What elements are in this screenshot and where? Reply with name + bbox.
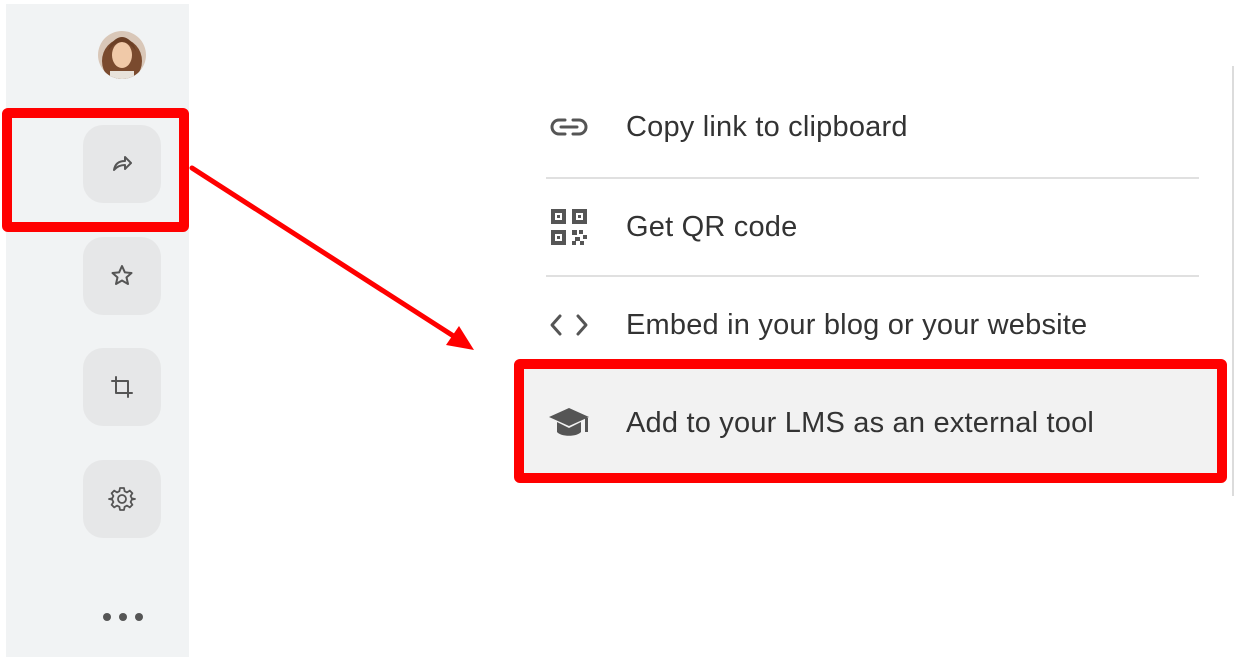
annotation-arrow xyxy=(189,165,474,350)
